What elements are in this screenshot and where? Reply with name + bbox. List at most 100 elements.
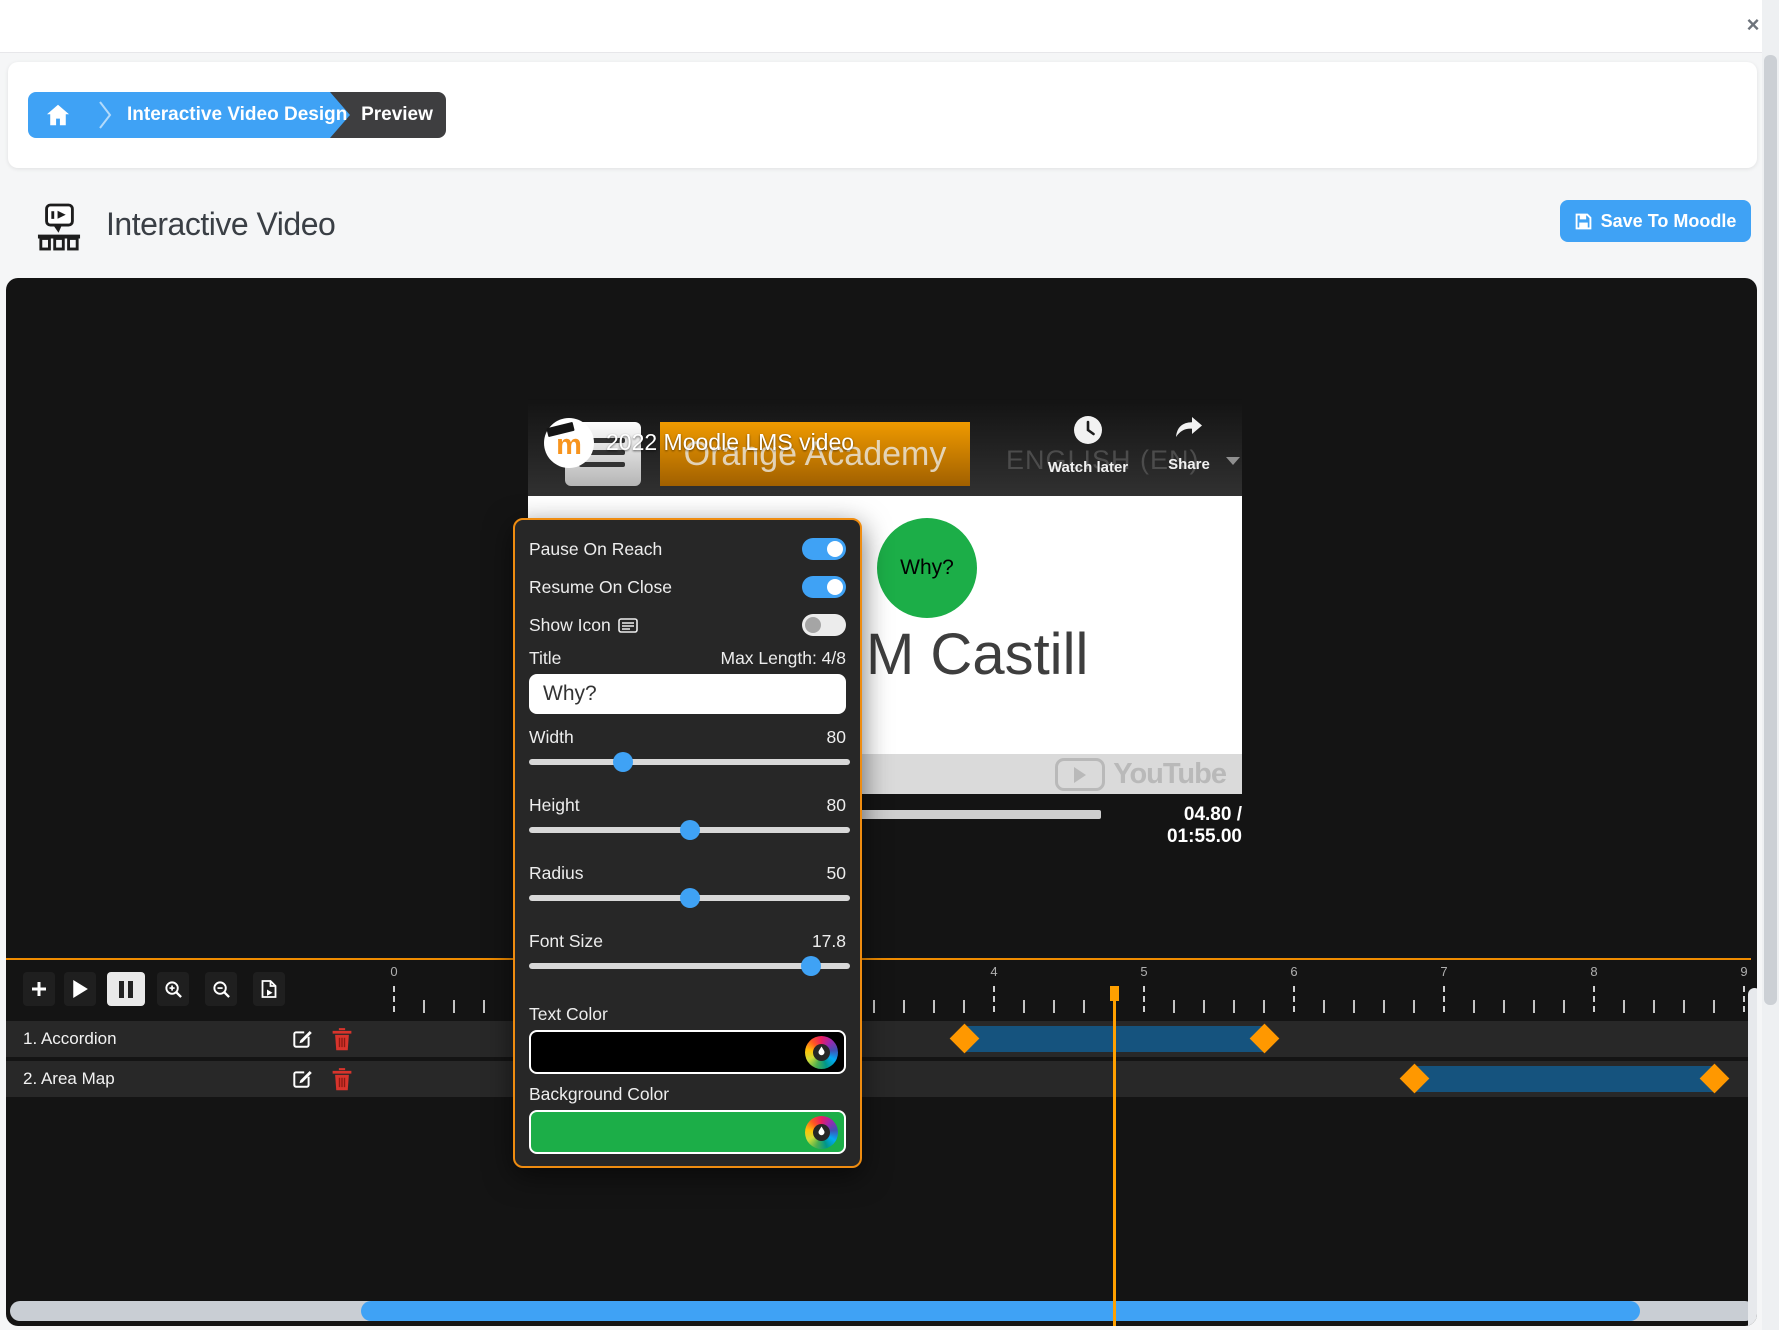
timeline-vertical-scrollbar[interactable] [1748, 988, 1757, 1326]
timeline-horizontal-scrollbar[interactable] [10, 1301, 1755, 1321]
radius-value: 50 [827, 860, 846, 886]
ruler-major-tick [993, 986, 995, 1012]
zoom-in-icon [164, 980, 183, 999]
ruler-minor-tick [933, 1000, 935, 1013]
media-file-icon [261, 980, 277, 998]
ruler-major-tick [1443, 986, 1445, 1012]
ruler-minor-tick [453, 1000, 455, 1013]
video-time-display: 04.80 / 01:55.00 [1111, 804, 1242, 848]
background-color-swatch[interactable] [529, 1110, 846, 1154]
app-window: × Interactive Video Design Preview Inter… [0, 0, 1779, 1330]
youtube-watermark: YouTube [1113, 758, 1226, 791]
playhead[interactable] [1113, 986, 1116, 1326]
delete-icon[interactable] [332, 1027, 352, 1051]
height-slider[interactable] [529, 820, 850, 840]
export-file-button[interactable] [253, 972, 285, 1006]
plus-icon [30, 980, 48, 998]
ruler-minor-tick [1023, 1000, 1025, 1013]
save-to-moodle-button[interactable]: Save To Moodle [1560, 200, 1751, 242]
track-row-accordion: 1. Accordion [6, 1021, 1751, 1057]
pause-icon [119, 981, 133, 998]
font-size-value: 17.8 [812, 928, 846, 954]
ruler-label: 8 [1590, 964, 1597, 979]
interactive-video-icon [37, 203, 81, 251]
top-bar [0, 0, 1779, 53]
share-button[interactable]: Share [1158, 415, 1220, 473]
width-slider[interactable] [529, 752, 850, 772]
video-title[interactable]: 2022 Moodle LMS video [606, 429, 854, 456]
ruler-minor-tick [1173, 1000, 1175, 1013]
edit-icon[interactable] [291, 1028, 313, 1050]
play-icon [72, 980, 88, 998]
track-label: 2. Area Map [23, 1061, 115, 1097]
track-row-areamap: 2. Area Map [6, 1061, 1751, 1097]
ruler-minor-tick [1533, 1000, 1535, 1013]
ruler-minor-tick [1683, 1000, 1685, 1013]
ruler-minor-tick [1233, 1000, 1235, 1013]
delete-icon[interactable] [332, 1067, 352, 1091]
color-wheel-icon[interactable] [805, 1036, 838, 1069]
radius-label: Radius [529, 863, 583, 883]
toggle-row-show-icon: Show Icon [529, 610, 846, 640]
ruler-minor-tick [1713, 1000, 1715, 1013]
max-length-label: Max Length: 4/8 [721, 646, 847, 670]
home-icon[interactable] [46, 104, 70, 126]
radius-slider[interactable] [529, 888, 850, 908]
color-wheel-icon[interactable] [805, 1116, 838, 1149]
play-button[interactable] [64, 972, 96, 1006]
ruler-minor-tick [1383, 1000, 1385, 1013]
chevron-down-icon[interactable] [1226, 457, 1240, 472]
moodle-logo: m [544, 418, 594, 468]
youtube-logo-icon [1055, 758, 1105, 791]
ruler-minor-tick [1503, 1000, 1505, 1013]
toggle-row-resume-on-close: Resume On Close [529, 572, 846, 602]
zoom-out-icon [212, 980, 231, 999]
ruler-minor-tick [963, 1000, 965, 1013]
clock-icon [1073, 415, 1103, 445]
watch-later-button[interactable]: Watch later [1040, 415, 1136, 476]
height-value: 80 [827, 792, 846, 818]
ruler-minor-tick [1053, 1000, 1055, 1013]
ruler-label: 6 [1290, 964, 1297, 979]
slide-text: M Castill [866, 621, 1088, 688]
breadcrumb-item-design[interactable]: Interactive Video Design [127, 92, 347, 138]
page-scrollbar[interactable] [1762, 0, 1779, 1330]
track-bar[interactable] [1414, 1066, 1714, 1092]
background-color-label: Background Color [529, 1084, 669, 1104]
resume-on-close-toggle[interactable] [802, 576, 846, 598]
page-title: Interactive Video [106, 206, 335, 243]
ruler-minor-tick [423, 1000, 425, 1013]
ruler-label: 4 [990, 964, 997, 979]
ruler-minor-tick [1323, 1000, 1325, 1013]
ruler-major-tick [393, 986, 395, 1012]
edit-icon[interactable] [291, 1068, 313, 1090]
title-input[interactable] [529, 674, 846, 714]
page-scrollbar-thumb[interactable] [1764, 55, 1777, 1005]
title-label: Title [529, 648, 561, 668]
height-label: Height [529, 795, 580, 815]
pause-button[interactable] [107, 972, 145, 1006]
ruler-minor-tick [1353, 1000, 1355, 1013]
ruler-minor-tick [1563, 1000, 1565, 1013]
zoom-in-button[interactable] [157, 972, 189, 1006]
ruler-minor-tick [1263, 1000, 1265, 1013]
pause-on-reach-toggle[interactable] [802, 538, 846, 560]
ruler-major-tick [1143, 986, 1145, 1012]
interaction-bubble[interactable]: Why? [877, 518, 977, 618]
ruler-minor-tick [1473, 1000, 1475, 1013]
show-icon-toggle[interactable] [802, 614, 846, 636]
ruler-label: 9 [1740, 964, 1747, 979]
breadcrumb-item-preview[interactable]: Preview [352, 92, 442, 138]
font-size-slider[interactable] [529, 956, 850, 976]
ruler-label: 7 [1440, 964, 1447, 979]
add-interaction-button[interactable] [23, 972, 55, 1006]
ruler-minor-tick [1203, 1000, 1205, 1013]
breadcrumb-chevron-icon [98, 100, 112, 130]
scrollbar-thumb[interactable] [361, 1301, 1640, 1321]
ruler-minor-tick [483, 1000, 485, 1013]
list-icon [618, 618, 638, 633]
text-color-swatch[interactable] [529, 1030, 846, 1074]
editor-stage: m Orange Academy 2022 Moodle LMS video E… [6, 278, 1757, 1326]
track-label: 1. Accordion [23, 1021, 117, 1057]
zoom-out-button[interactable] [205, 972, 237, 1006]
